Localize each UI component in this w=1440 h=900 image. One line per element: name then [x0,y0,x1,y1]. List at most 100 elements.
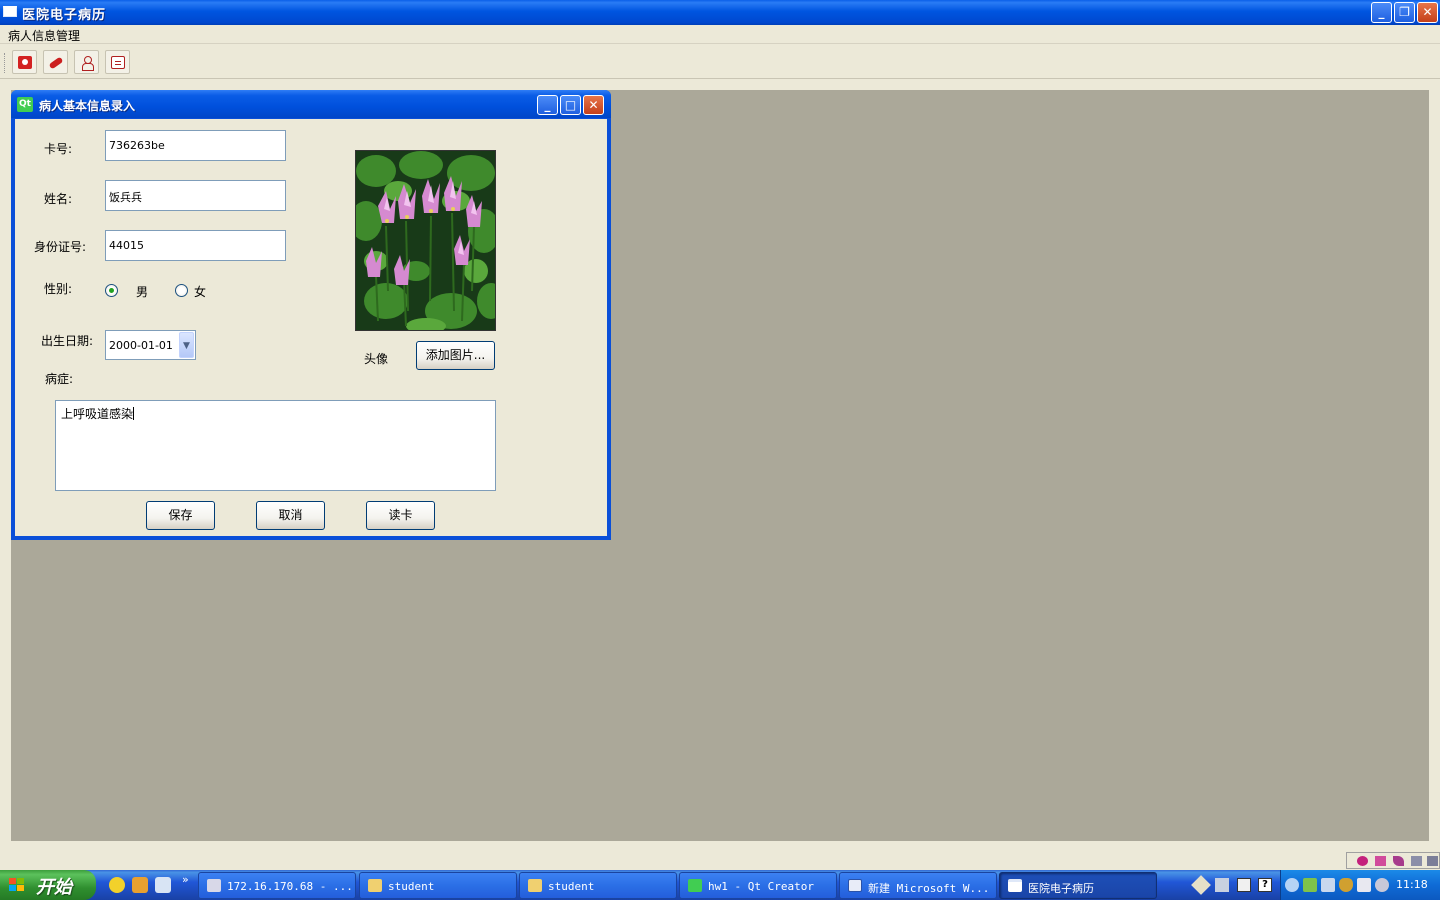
toolbar-clipboard-button[interactable] [105,50,130,74]
folder-icon [368,879,382,892]
toolbar [0,45,1440,79]
symptoms-textarea[interactable]: 上呼吸道感染 [55,400,496,491]
dialog-titlebar[interactable]: Qt 病人基本信息录入 _ □ ✕ [11,90,611,118]
qt-creator-icon [688,879,702,892]
menu-bar: 病人信息管理 [0,25,1440,44]
patient-info-dialog: Qt 病人基本信息录入 _ □ ✕ 卡号: 736263be 姓名: 饭兵兵 身… [11,90,611,540]
windows-logo-icon [9,878,25,892]
toolbar-doctor-button[interactable] [74,50,99,74]
restore-button[interactable]: ❐ [1394,2,1415,23]
flower-photo-image [356,151,495,330]
card-number-label: 卡号: [44,142,73,156]
id-number-input[interactable]: 44015 [105,230,286,261]
menu-patient-info[interactable]: 病人信息管理 [8,27,80,44]
quicklaunch-more-icon[interactable]: » [182,873,189,886]
word-icon [848,879,862,892]
minimize-icon: _ [1378,5,1385,19]
gender-female-radio[interactable] [175,284,188,297]
dialog-maximize-button[interactable]: □ [560,95,581,115]
add-photo-button[interactable]: 添加图片... [416,341,495,370]
chevron-down-icon[interactable]: ▼ [179,332,194,358]
toolbar-pills-button[interactable] [43,50,68,74]
main-titlebar: 医院电子病历 _ ❐ ✕ [0,0,1440,25]
language-bar [1346,852,1440,869]
gender-label: 性别: [44,282,73,296]
task-label: hw1 - Qt Creator [708,880,814,893]
dialog-minimize-button[interactable]: _ [537,95,558,115]
birth-date-value: 2000-01-01 [109,339,173,352]
gender-male-radio[interactable] [105,284,118,297]
punctuation-icon[interactable] [1375,856,1386,866]
toolbar-grip[interactable] [4,53,7,73]
close-button[interactable]: ✕ [1417,2,1438,23]
name-input[interactable]: 饭兵兵 [105,180,286,211]
clipboard-icon [111,56,125,69]
text-caret [133,407,135,420]
clock[interactable]: 11:18 [1396,878,1428,891]
doctor-icon [80,56,94,71]
window-icon [3,6,17,17]
toolbar-camera-button[interactable] [12,50,37,74]
start-button[interactable]: 开始 [0,870,96,900]
dialog-title: 病人基本信息录入 [39,99,136,113]
qt-logo-icon: Qt [17,97,33,112]
gender-female-label[interactable]: 女 [194,283,206,300]
task-label: student [388,880,435,893]
main-window-title: 医院电子病历 [22,8,107,23]
id-number-label: 身份证号: [34,240,87,254]
volume-icon[interactable] [1375,878,1389,892]
remote-desktop-icon [207,879,221,892]
input-method-icon[interactable] [1357,856,1368,866]
quicklaunch-media-icon[interactable] [132,877,148,893]
tray-collapse-icon[interactable] [1285,878,1299,892]
pen-tool-icon[interactable] [1215,878,1229,892]
monitor-icon[interactable] [1237,878,1251,892]
birth-date-combo[interactable]: 2000-01-01 ▼ [105,330,196,360]
pills-icon [49,56,63,69]
options-icon[interactable] [1427,856,1438,866]
save-button[interactable]: 保存 [146,501,215,530]
shield-icon[interactable] [1339,878,1353,892]
task-label: 医院电子病历 [1028,882,1094,895]
tray-computers-icon[interactable] [1321,878,1335,892]
task-remote-desktop[interactable]: 172.16.170.68 - ... [198,872,356,899]
name-label: 姓名: [44,192,73,206]
system-tray: 11:18 [1280,870,1440,900]
dialog-body: 卡号: 736263be 姓名: 饭兵兵 身份证号: 44015 性别: 男 女… [15,119,607,536]
cancel-button[interactable]: 取消 [256,501,325,530]
task-emr-app[interactable]: 医院电子病历 [999,872,1157,899]
task-folder-student-2[interactable]: student [519,872,677,899]
close-icon: ✕ [588,98,599,112]
tray-device-icon[interactable] [1357,878,1371,892]
keyboard-icon[interactable] [1411,856,1422,866]
task-label: 172.16.170.68 - ... [227,880,353,893]
window-icon [1008,879,1022,892]
task-word[interactable]: 新建 Microsoft W... [839,872,997,899]
read-card-button[interactable]: 读卡 [366,501,435,530]
card-number-input[interactable]: 736263be [105,130,286,161]
taskbar: 开始 » 172.16.170.68 - ... student student… [0,870,1440,900]
birth-date-label: 出生日期: [41,334,94,348]
avatar-photo [355,150,496,331]
symptoms-label: 病症: [45,372,74,386]
minimize-button[interactable]: _ [1371,2,1392,23]
task-label: 新建 Microsoft W... [868,882,990,895]
task-folder-student-1[interactable]: student [359,872,517,899]
tray-network-icon[interactable] [1303,878,1317,892]
network-diamond-icon[interactable] [1191,875,1211,895]
quicklaunch-desktop-icon[interactable] [155,877,171,893]
gender-male-label[interactable]: 男 [136,283,148,300]
task-qt-creator[interactable]: hw1 - Qt Creator [679,872,837,899]
dialog-close-button[interactable]: ✕ [583,95,604,115]
restore-icon: ❐ [1399,5,1410,19]
symptoms-text: 上呼吸道感染 [61,407,134,421]
help-icon[interactable]: ? [1258,878,1272,892]
quicklaunch-add-icon[interactable] [109,877,125,893]
maximize-icon: □ [564,98,577,112]
start-label: 开始 [36,877,72,898]
camera-icon [18,56,32,69]
folder-icon [528,879,542,892]
pen-icon[interactable] [1393,856,1404,866]
close-icon: ✕ [1422,5,1433,19]
avatar-label: 头像 [364,352,389,366]
